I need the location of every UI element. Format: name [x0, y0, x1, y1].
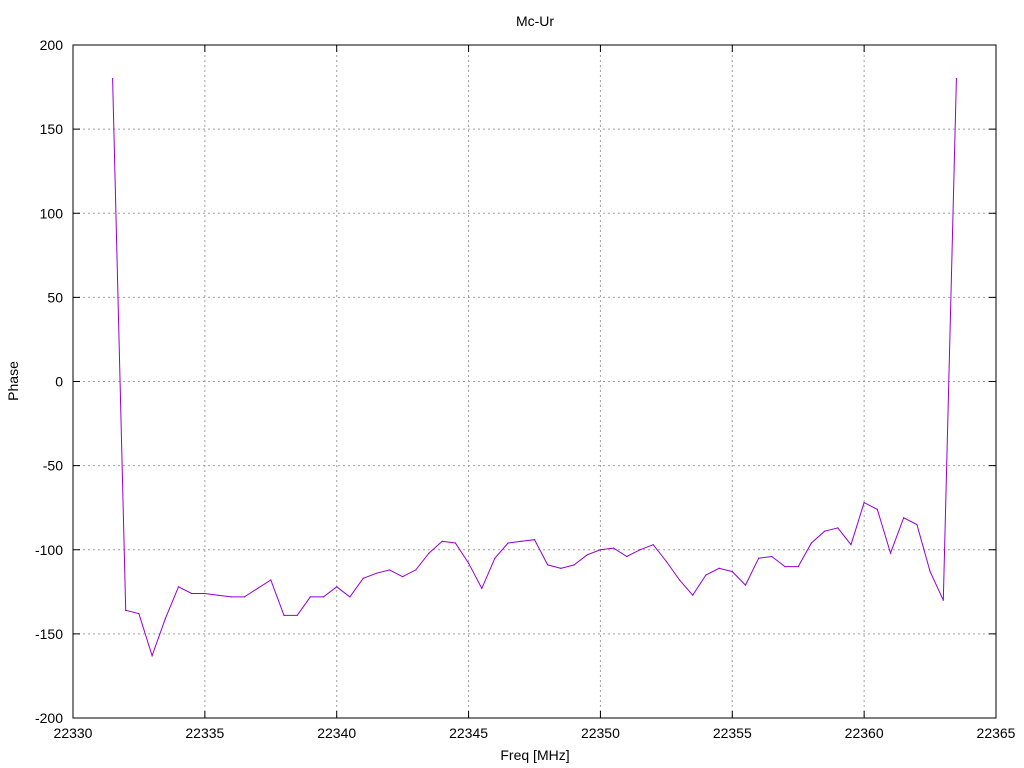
ticks: 22330 22335 22340 22345 22350 22355 22360 22365…	[35, 37, 1016, 741]
data-point	[283, 614, 285, 616]
data-point	[520, 540, 522, 542]
data-point	[718, 567, 720, 569]
data-point	[626, 555, 628, 558]
data-point	[771, 555, 773, 558]
data-point	[692, 594, 694, 596]
series-layer	[111, 78, 958, 658]
data-point	[678, 579, 681, 581]
data-point	[388, 569, 391, 571]
data-point	[599, 549, 602, 551]
y-axis-label: Phase	[5, 361, 21, 401]
data-point	[217, 594, 219, 596]
y-tick-label: 50	[47, 289, 63, 305]
data-point	[942, 599, 944, 601]
y-tick-label: 200	[40, 37, 64, 53]
data-point	[467, 562, 470, 564]
x-tick-label: 22365	[977, 725, 1016, 741]
data-point	[705, 574, 707, 576]
y-tick-label: -50	[43, 458, 63, 474]
phase-chart: 22330 22335 22340 22345 22350 22355 22360 22365…	[5, 13, 1016, 763]
data-point	[230, 596, 232, 598]
data-point	[494, 557, 496, 559]
x-tick-label: 22335	[185, 725, 224, 741]
data-point	[560, 567, 562, 569]
x-tick-label: 22355	[713, 725, 752, 741]
data-point	[125, 609, 127, 611]
data-point	[929, 571, 931, 573]
data-point	[204, 592, 206, 595]
data-point	[916, 523, 918, 526]
data-point	[336, 586, 338, 588]
data-point	[164, 618, 166, 620]
data-point	[823, 530, 826, 532]
data-point	[955, 78, 958, 80]
data-point	[441, 540, 443, 542]
data-point	[665, 560, 667, 563]
data-point	[507, 542, 509, 544]
data-point	[309, 596, 311, 598]
data-point	[270, 579, 272, 581]
data-point	[428, 552, 430, 554]
data-point	[889, 552, 892, 554]
data-point	[151, 655, 153, 657]
x-tick-label: 22350	[581, 725, 620, 741]
data-point	[375, 572, 377, 574]
data-point	[586, 554, 588, 556]
data-point	[481, 587, 483, 590]
data-point	[573, 564, 575, 566]
x-tick-label: 22345	[449, 725, 488, 741]
data-point	[296, 614, 298, 616]
data-point	[810, 542, 813, 544]
x-tick-label: 22340	[317, 725, 356, 741]
chart-title: Mc-Ur	[516, 13, 554, 29]
data-point	[731, 571, 733, 573]
data-point	[744, 584, 747, 586]
data-point	[850, 544, 852, 546]
data-point	[784, 565, 786, 568]
grid	[73, 45, 996, 718]
y-tick-label: -150	[35, 626, 63, 642]
data-point	[903, 517, 905, 519]
data-point	[177, 586, 180, 588]
data-point	[652, 544, 654, 546]
data-point	[322, 596, 325, 598]
x-tick-label: 22330	[54, 725, 93, 741]
y-tick-label: 150	[40, 121, 64, 137]
y-tick-label: -200	[35, 710, 63, 726]
x-tick-label: 22360	[845, 725, 884, 741]
data-point	[533, 539, 536, 541]
x-axis-label: Freq [MHz]	[500, 747, 569, 763]
data-point	[863, 502, 865, 504]
data-point	[402, 576, 404, 578]
data-point	[797, 565, 799, 568]
data-point	[454, 542, 456, 544]
data-point	[415, 569, 417, 571]
data-point	[191, 592, 193, 595]
series-line-0	[112, 78, 957, 658]
data-point	[362, 577, 364, 579]
y-tick-label: 100	[40, 205, 64, 221]
data-point	[613, 547, 615, 549]
data-point	[837, 527, 839, 529]
y-tick-label: -100	[35, 542, 63, 558]
data-point	[639, 549, 641, 551]
data-point	[547, 564, 549, 566]
data-point	[257, 587, 259, 590]
data-point	[243, 596, 246, 598]
data-point	[349, 596, 351, 598]
data-point	[758, 557, 760, 559]
data-point	[111, 78, 114, 80]
data-point	[138, 613, 140, 615]
y-tick-label: 0	[55, 374, 63, 390]
data-point	[876, 508, 878, 510]
